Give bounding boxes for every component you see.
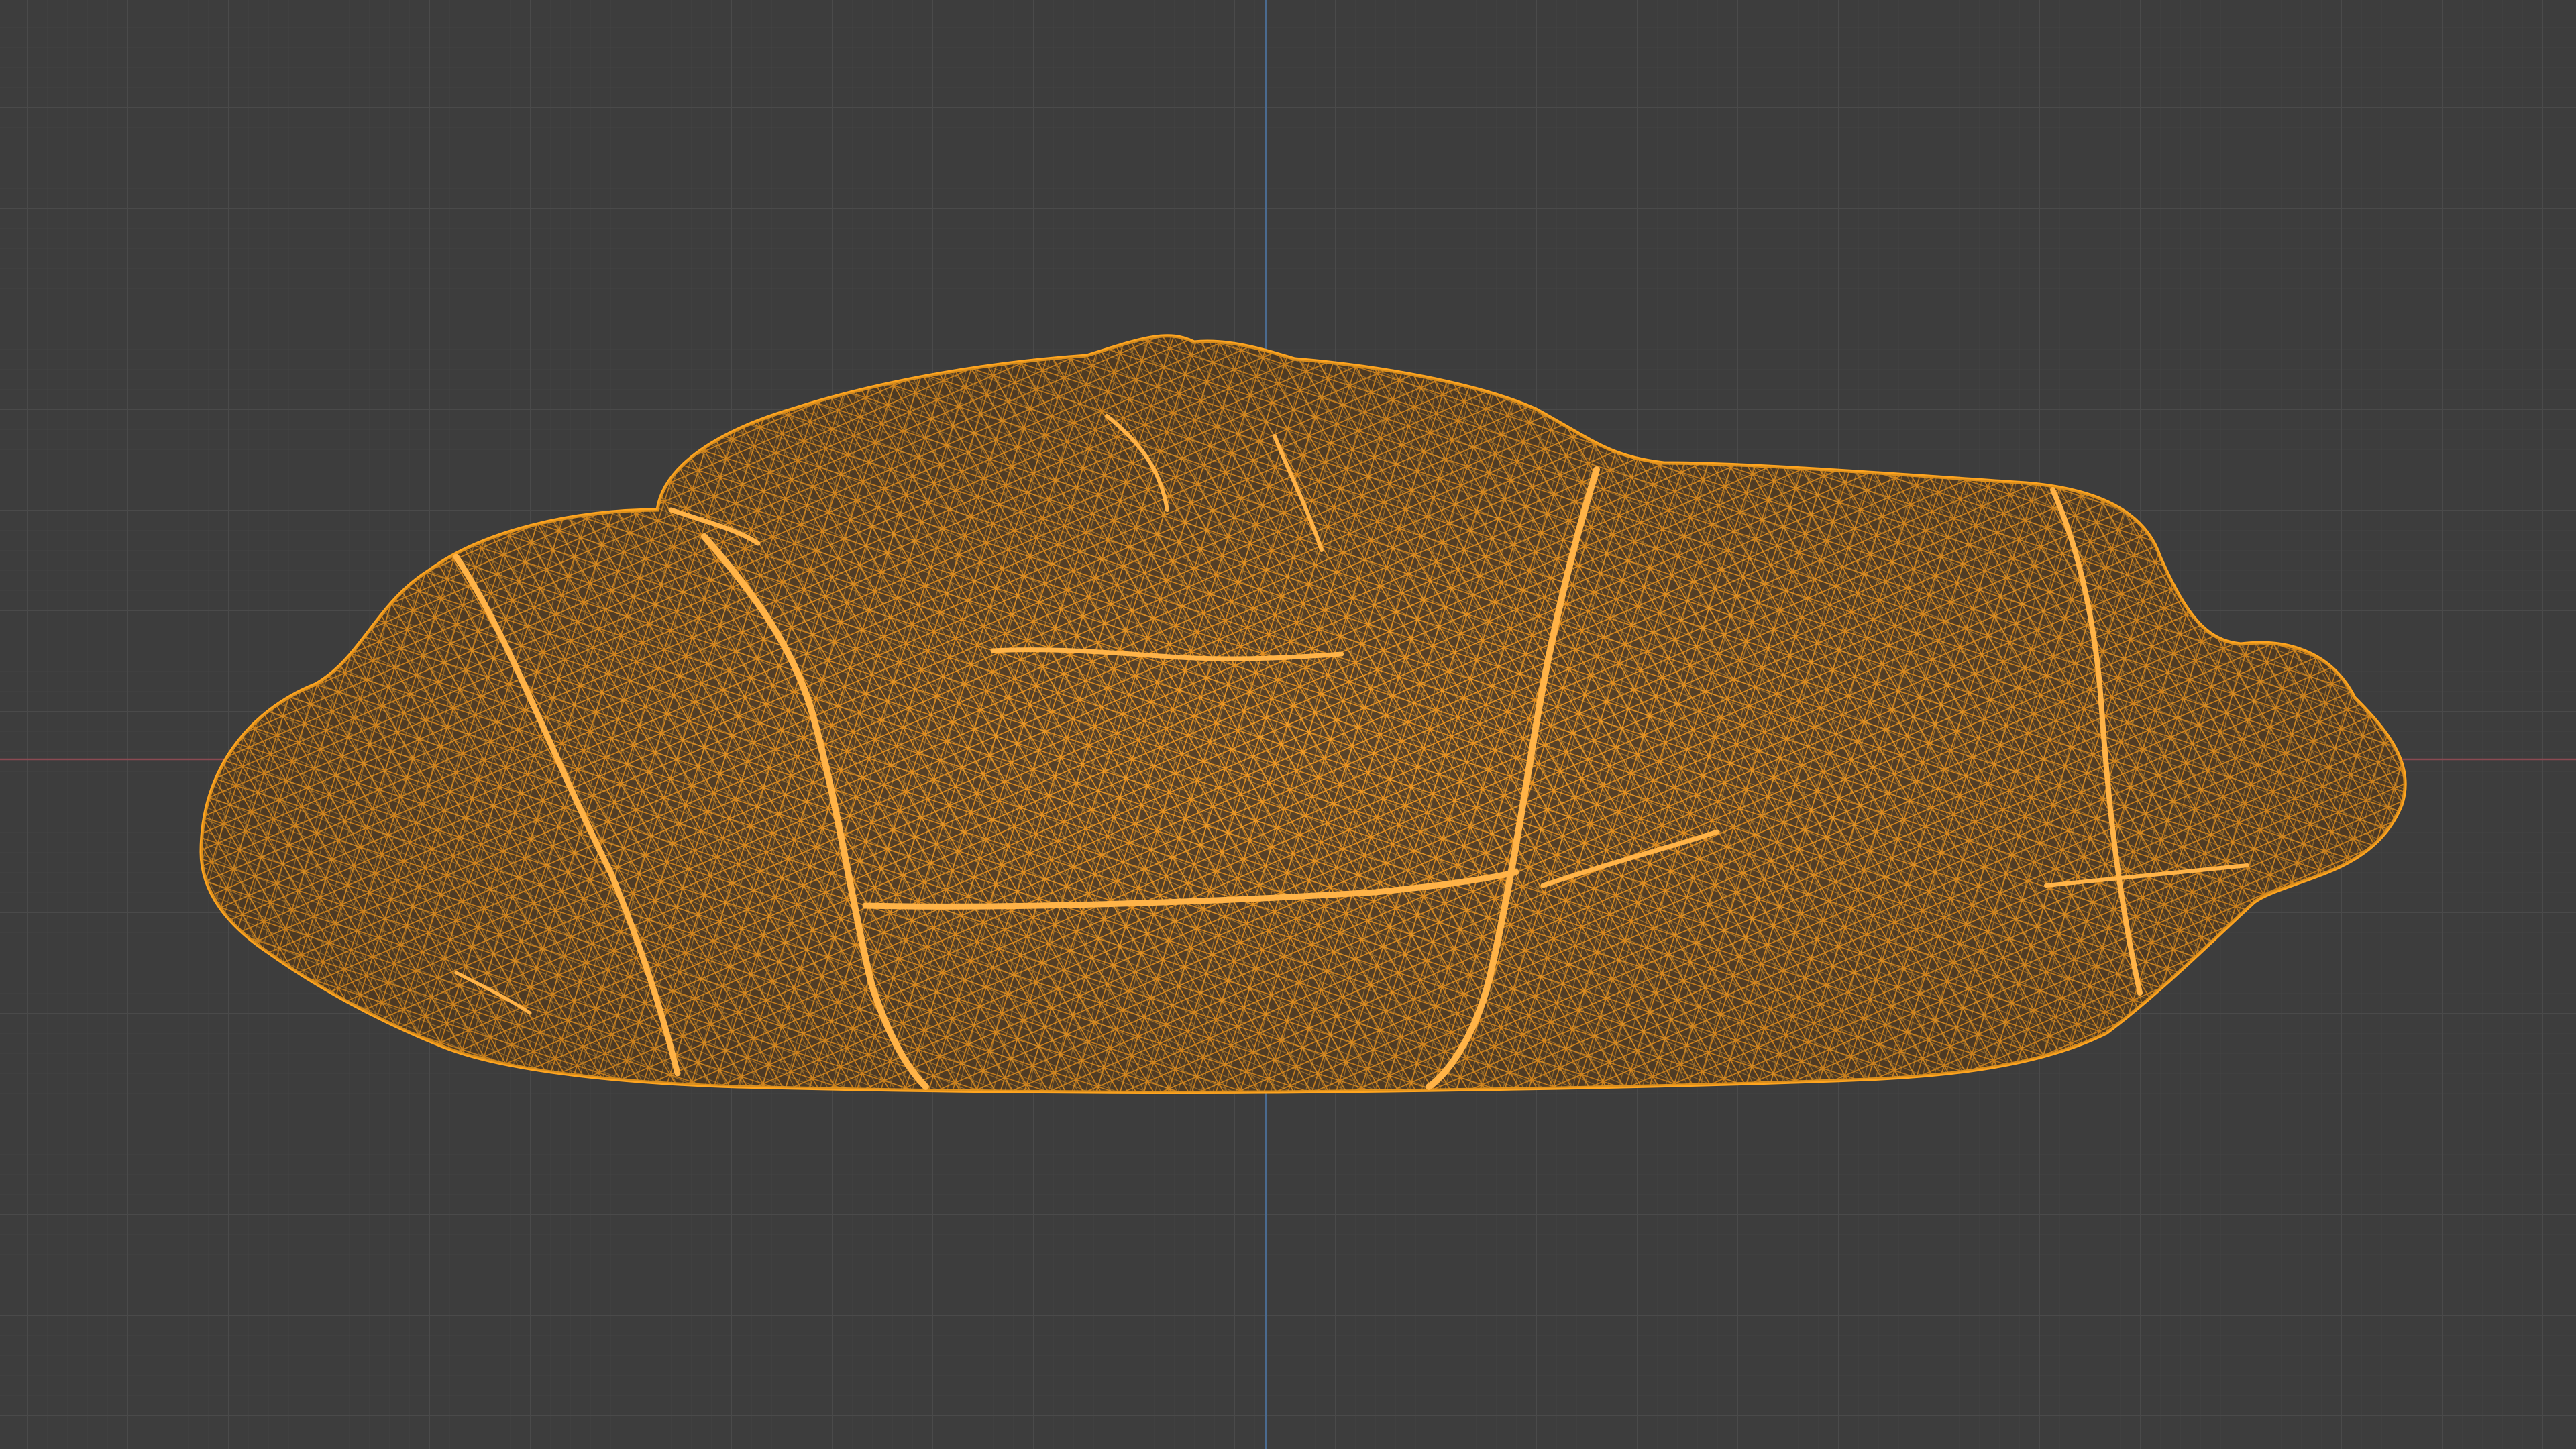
3d-viewport[interactable]	[0, 0, 2576, 1449]
viewport-canvas[interactable]	[0, 0, 2576, 1449]
